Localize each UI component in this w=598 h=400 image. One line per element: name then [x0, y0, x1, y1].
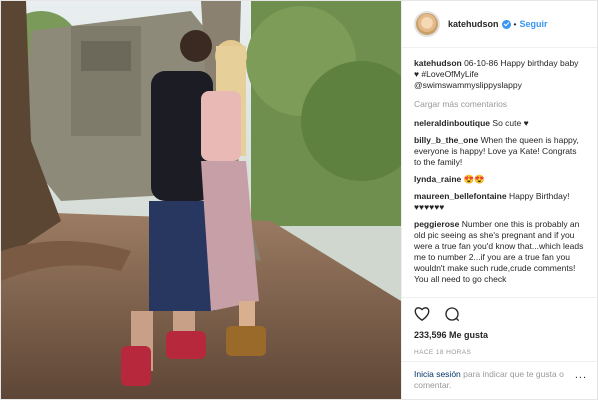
post-photo[interactable] — [1, 1, 401, 399]
add-comment-section: Inicia sesión para indicar que te gusta … — [402, 361, 597, 399]
comment-icon[interactable] — [444, 306, 460, 325]
comment-username[interactable]: billy_b_the_one — [414, 135, 478, 145]
verified-badge-icon — [501, 19, 511, 29]
timestamp: HACE 18 HORAS — [414, 349, 472, 356]
list-item: neleraldinboutique So cute ♥ — [414, 118, 585, 129]
avatar[interactable] — [414, 11, 440, 37]
heart-icon[interactable] — [414, 306, 430, 324]
comment-username[interactable]: neleraldinboutique — [414, 118, 490, 128]
caption: katehudson 06-10-86 Happy birthday baby … — [414, 58, 585, 91]
post-header: katehudson • Seguir — [402, 1, 597, 48]
load-more-comments-button[interactable]: Cargar más comentarios — [414, 99, 585, 110]
like-count[interactable]: 233,596 Me gusta — [414, 330, 585, 341]
list-item: lynda_raine 😍😍 — [414, 174, 585, 185]
post-username[interactable]: katehudson — [448, 19, 499, 30]
login-link[interactable]: Inicia sesión — [414, 369, 461, 379]
instagram-post: katehudson • Seguir katehudson 06-10-86 … — [0, 0, 598, 400]
caption-username[interactable]: katehudson — [414, 58, 462, 68]
list-item: maureen_bellefontaine Happy Birthday!♥♥♥… — [414, 191, 585, 213]
comment-username[interactable]: maureen_bellefontaine — [414, 191, 507, 201]
comment-text: So cute ♥ — [492, 118, 529, 128]
post-side-panel: katehudson • Seguir katehudson 06-10-86 … — [401, 1, 597, 399]
action-icons — [414, 306, 585, 324]
separator-dot: • — [513, 18, 517, 29]
comment-username[interactable]: lynda_raine — [414, 174, 461, 184]
list-item: peggierose Number one this is probably a… — [414, 219, 585, 285]
couple-kissing-photo — [1, 1, 401, 399]
comment-username[interactable]: peggierose — [414, 219, 459, 229]
list-item: billy_b_the_one When the queen is happy,… — [414, 135, 585, 168]
comment-list: katehudson 06-10-86 Happy birthday baby … — [402, 48, 597, 306]
more-options-icon[interactable]: ... — [575, 370, 587, 381]
post-actions: 233,596 Me gusta HACE 18 HORAS — [402, 297, 597, 358]
comment-text: 😍😍 — [463, 174, 485, 184]
follow-button[interactable]: Seguir — [520, 19, 548, 30]
